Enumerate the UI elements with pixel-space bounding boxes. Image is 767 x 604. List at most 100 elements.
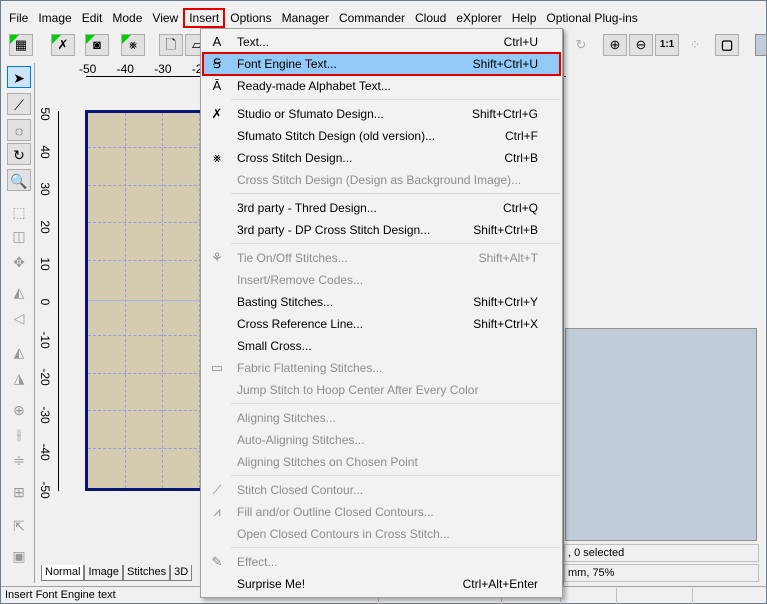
menu-item-shortcut: Shift+Ctrl+X — [473, 317, 538, 331]
mirror-vertical-icon[interactable]: ◁ — [7, 307, 31, 329]
resize-icon[interactable]: ◫ — [7, 225, 31, 247]
menu-item-aligning-stitches-on-chosen-point[interactable]: Aligning Stitches on Chosen Point — [201, 451, 562, 473]
hoop-grid-icon[interactable]: ▦ — [9, 34, 33, 56]
menu-item-shortcut: Shift+Ctrl+B — [473, 223, 538, 237]
menu-item-3rd-party-dp-cross-stitch-design[interactable]: 3rd party - DP Cross Stitch Design... Shi… — [201, 219, 562, 241]
menu-insert[interactable]: Insert — [183, 8, 226, 28]
align-horizontal-icon[interactable]: ⫲ — [7, 423, 31, 445]
wand-icon[interactable]: ✗ — [51, 34, 75, 56]
menu-item-3rd-party-thred-design[interactable]: 3rd party - Thred Design... Ctrl+Q — [201, 197, 562, 219]
menu-item-cross-reference-line[interactable]: Cross Reference Line... Shift+Ctrl+X — [201, 313, 562, 335]
menu-item-label: Basting Stitches... — [237, 295, 334, 309]
menu-item-icon: ⚘ — [211, 250, 223, 265]
pointer-icon[interactable]: ⇱ — [7, 515, 31, 537]
menu-view[interactable]: View — [147, 8, 183, 28]
menu-optional-plug-ins[interactable]: Optional Plug-ins — [541, 8, 642, 28]
rotate-left-icon[interactable]: ◭ — [7, 341, 31, 363]
menu-item-shortcut: Ctrl+B — [504, 151, 538, 165]
ruler-left-label: -10 — [38, 330, 52, 349]
menu-item-studio-or-sfumato-design[interactable]: ✗ Studio or Sfumato Design... Shift+Ctrl+G — [201, 103, 562, 125]
menu-item-shortcut: Shift+Ctrl+G — [471, 107, 538, 121]
size-info: mm, 75% — [564, 564, 759, 582]
menu-item-cross-stitch-design-design-as-background-image[interactable]: Cross Stitch Design (Design as Backgroun… — [201, 169, 562, 191]
select-arrow-icon[interactable]: ➤ — [7, 66, 31, 88]
left-toolbar: ➤ ⟋ ◌ ↻ 🔍 ⬚ ◫ ✥ ◭ ◁ ◭ ◮ ⊕ ⫲ ≑ ⊞ ⇱ ▣ — [5, 63, 35, 583]
menu-item-label: Cross Reference Line... — [237, 317, 364, 331]
menu-item-shortcut: Ctrl+Q — [502, 201, 538, 215]
ruler-left-label: 10 — [38, 257, 52, 272]
menu-item-label: Text... — [237, 35, 270, 49]
menu-item-basting-stitches[interactable]: Basting Stitches... Shift+Ctrl+Y — [201, 291, 562, 313]
ruler-left-label: 30 — [38, 182, 52, 196]
menu-item-label: Ready-made Alphabet Text... — [237, 79, 391, 93]
menu-manager[interactable]: Manager — [277, 8, 334, 28]
menu-item-label: Stitch Closed Contour... — [237, 483, 364, 497]
menu-item-text[interactable]: A Text... Ctrl+U — [201, 31, 562, 53]
menu-item-insert-remove-codes[interactable]: Insert/Remove Codes... — [201, 269, 562, 291]
menu-item-sfumato-stitch-design-old-version[interactable]: Sfumato Stitch Design (old version)... Ct… — [201, 125, 562, 147]
menu-commander[interactable]: Commander — [334, 8, 410, 28]
menu-image[interactable]: Image — [33, 8, 76, 28]
lasso-icon[interactable]: ◌ — [7, 119, 31, 141]
menu-item-tie-on-off-stitches[interactable]: ⚘ Tie On/Off Stitches... Shift+Alt+T — [201, 247, 562, 269]
rotate-right-icon[interactable]: ◮ — [7, 367, 31, 389]
tab-normal[interactable]: Normal — [41, 565, 85, 581]
menu-item-label: Cross Stitch Design... — [237, 151, 353, 165]
menu-item-label: Cross Stitch Design (Design as Backgroun… — [237, 173, 522, 187]
camera-icon[interactable]: ◙ — [85, 34, 109, 56]
ruler-top-label: -30 — [154, 62, 172, 76]
status-text: Insert Font Engine text — [5, 589, 116, 601]
menu-item-fabric-flattening-stitches[interactable]: ▭ Fabric Flattening Stitches... — [201, 357, 562, 379]
menu-item-shortcut: Shift+Ctrl+Y — [473, 295, 538, 309]
page-icon[interactable]: ▣ — [7, 545, 31, 567]
mirror-horizontal-icon[interactable]: ◭ — [7, 281, 31, 303]
menu-item-cross-stitch-design[interactable]: ⨳ Cross Stitch Design... Ctrl+B — [201, 147, 562, 169]
menu-item-font-engine-text[interactable]: Ꞩ Font Engine Text... Shift+Ctrl+U — [202, 52, 561, 76]
menu-item-label: Fill and/or Outline Closed Contours... — [237, 505, 434, 519]
ruler-left-label: 20 — [38, 220, 52, 234]
menu-options[interactable]: Options — [225, 8, 276, 28]
menu-explorer[interactable]: eXplorer — [451, 8, 506, 28]
move-icon[interactable]: ✥ — [7, 251, 31, 273]
menu-item-open-closed-contours-in-cross-stitch[interactable]: Open Closed Contours in Cross Stitch... — [201, 523, 562, 545]
menu-mode[interactable]: Mode — [107, 8, 147, 28]
distribute-icon[interactable]: ⊞ — [7, 481, 31, 503]
menu-item-surprise-me[interactable]: Surprise Me! Ctrl+Alt+Enter — [201, 573, 562, 595]
menu-item-label: Sfumato Stitch Design (old version)... — [237, 129, 436, 143]
node-edit-icon[interactable]: ⟋ — [7, 93, 31, 115]
ruler-top-label: -40 — [116, 62, 134, 76]
rectangle-select-icon[interactable]: ⬚ — [7, 201, 31, 223]
align-vertical-icon[interactable]: ≑ — [7, 449, 31, 471]
menu-item-label: Small Cross... — [237, 339, 312, 353]
menu-item-shortcut: Shift+Alt+T — [478, 251, 538, 265]
new-page-icon[interactable]: 🗋 — [159, 34, 183, 56]
tab-image[interactable]: Image — [84, 565, 124, 581]
menu-item-aligning-stitches[interactable]: Aligning Stitches... — [201, 407, 562, 429]
menu-item-stitch-closed-contour[interactable]: ⟋ Stitch Closed Contour... — [201, 479, 562, 501]
menu-item-label: Effect... — [237, 555, 278, 569]
menu-item-jump-stitch-to-hoop-center-after-every-color[interactable]: Jump Stitch to Hoop Center After Every C… — [201, 379, 562, 401]
rotate-icon[interactable]: ↻ — [7, 143, 31, 165]
menu-item-icon: ✗ — [211, 106, 223, 121]
magnifier-icon[interactable]: 🔍 — [7, 169, 31, 191]
menu-item-icon: Ā — [212, 78, 222, 93]
ruler-left-label: -20 — [38, 368, 52, 386]
menu-item-icon: ⩘ — [213, 504, 221, 519]
menu-cloud[interactable]: Cloud — [410, 8, 451, 28]
center-icon[interactable]: ⊕ — [7, 399, 31, 421]
menu-edit[interactable]: Edit — [77, 8, 108, 28]
menu-item-shortcut: Ctrl+U — [503, 35, 538, 49]
tab-stitches[interactable]: Stitches — [123, 565, 171, 581]
menu-item-label: Auto-Aligning Stitches... — [237, 433, 365, 447]
menu-help[interactable]: Help — [507, 8, 542, 28]
menu-file[interactable]: File — [4, 8, 33, 28]
menu-item-effect[interactable]: ✎ Effect... — [201, 551, 562, 573]
menu-item-fill-and-or-outline-closed-contours[interactable]: ⩘ Fill and/or Outline Closed Contours... — [201, 501, 562, 523]
menu-item-auto-aligning-stitches[interactable]: Auto-Aligning Stitches... — [201, 429, 562, 451]
cross-stitch-icon[interactable]: ⨳ — [121, 34, 145, 56]
insert-menu-dropdown: A Text... Ctrl+U Ꞩ Font Engine Text... Shift+… — [200, 28, 563, 598]
menu-item-ready-made-alphabet-text[interactable]: Ā Ready-made Alphabet Text... — [201, 75, 562, 97]
tab-3d[interactable]: 3D — [170, 565, 193, 581]
menu-item-label: Insert/Remove Codes... — [237, 273, 364, 287]
menu-item-small-cross[interactable]: Small Cross... — [201, 335, 562, 357]
